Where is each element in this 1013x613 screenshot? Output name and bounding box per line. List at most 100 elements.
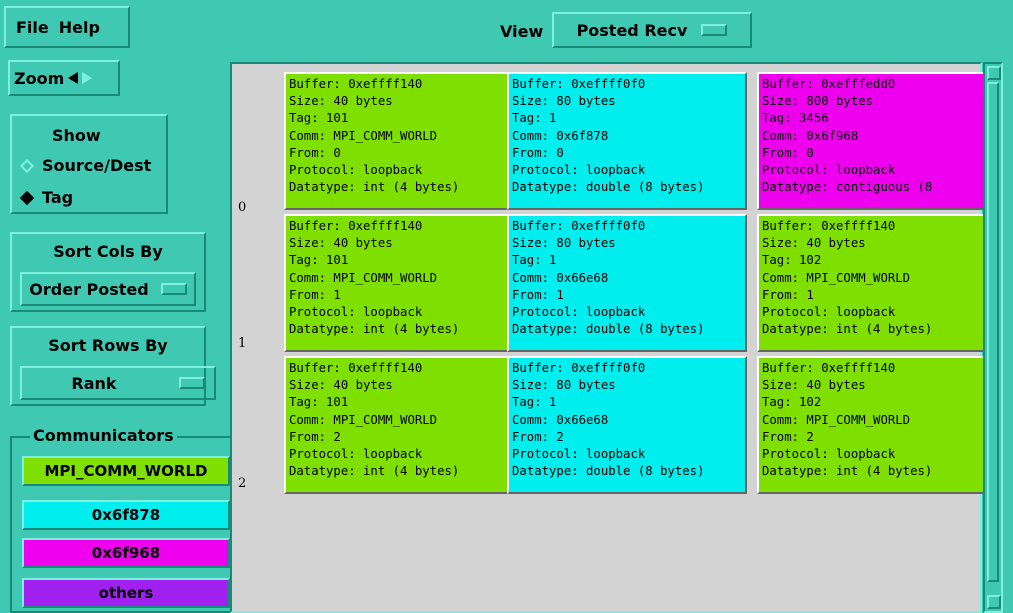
message-cell-line: Comm: MPI_COMM_WORLD <box>762 412 911 427</box>
message-cell-line: From: 2 <box>762 429 814 444</box>
message-cell-line: Size: 80 bytes <box>512 236 616 251</box>
message-cell-line: Datatype: double (8 bytes) <box>512 322 705 337</box>
message-cell-line: Tag: 1 <box>512 111 557 126</box>
message-cell-line: Tag: 101 <box>289 253 349 268</box>
message-cell-line: Size: 80 bytes <box>512 378 616 393</box>
message-cell-line: Size: 40 bytes <box>762 378 866 393</box>
message-cell-line: Protocol: loopback <box>512 305 646 320</box>
message-cell-line: Tag: 1 <box>512 395 557 410</box>
message-cell-line: Buffer: 0xeffff140 <box>289 219 423 233</box>
message-cell-line: Comm: 0x6f878 <box>512 128 609 143</box>
sort-cols-title: Sort Cols By <box>53 242 163 261</box>
message-cell[interactable]: Buffer: 0xeffff140 Size: 40 bytes Tag: 101… <box>284 356 524 494</box>
message-cell-line: Buffer: 0xeffff140 <box>762 361 896 375</box>
message-cell[interactable]: Buffer: 0xeffff0f0 Size: 80 bytes Tag: 1 Co… <box>507 356 747 494</box>
sort-cols-panel: Sort Cols By Order Posted <box>10 232 206 312</box>
message-cell-line: Comm: 0x66e68 <box>512 270 609 285</box>
scroll-down-arrow-icon[interactable] <box>987 595 1001 609</box>
message-cell-line: From: 0 <box>512 145 564 160</box>
message-cell-line: Comm: MPI_COMM_WORLD <box>762 270 911 285</box>
radio-source-dest[interactable]: Source/Dest <box>19 156 151 175</box>
vertical-scrollbar[interactable] <box>983 62 1003 613</box>
message-cell-line: Protocol: loopback <box>512 447 646 462</box>
message-cell-line: Tag: 101 <box>289 111 349 126</box>
message-cell-line: Protocol: loopback <box>762 305 896 320</box>
message-cell-line: Tag: 1 <box>512 253 557 268</box>
message-cell-line: From: 1 <box>762 287 814 302</box>
option-menu-indicator-icon <box>160 283 187 295</box>
message-cell[interactable]: Buffer: 0xeffff140 Size: 40 bytes Tag: 101… <box>284 72 524 210</box>
message-cell-line: Tag: 3456 <box>762 111 829 126</box>
message-cell-line: From: 1 <box>512 287 564 302</box>
message-cell[interactable]: Buffer: 0xeffff0f0 Size: 80 bytes Tag: 1 Co… <box>507 72 747 210</box>
message-cell-line: Datatype: int (4 bytes) <box>762 322 933 337</box>
communicators-title: Communicators <box>30 426 177 445</box>
message-cell-line: Buffer: 0xeffff0f0 <box>512 77 646 91</box>
comm-0x6f968-button[interactable]: 0x6f968 <box>22 538 230 568</box>
view-select-value: Posted Recv <box>576 20 688 40</box>
file-menu[interactable]: File <box>16 18 49 37</box>
comm-label: 0x6f878 <box>91 506 161 524</box>
comm-others-button[interactable]: others <box>22 578 230 608</box>
row-label: 2 <box>238 476 247 491</box>
message-cell-line: Size: 40 bytes <box>289 378 393 393</box>
message-cell-line: Protocol: loopback <box>512 163 646 178</box>
message-cell-line: Tag: 101 <box>289 395 349 410</box>
message-cell-line: Protocol: loopback <box>289 305 423 320</box>
message-cell-line: Size: 40 bytes <box>762 236 866 251</box>
row-label: 0 <box>238 200 247 215</box>
message-cell-line: Datatype: int (4 bytes) <box>762 464 933 479</box>
message-cell-line: Buffer: 0xeffff140 <box>762 219 896 233</box>
message-cell-line: Tag: 102 <box>762 253 822 268</box>
message-cell-line: Comm: MPI_COMM_WORLD <box>289 412 438 427</box>
radio-tag[interactable]: Tag <box>19 188 74 207</box>
message-cell-line: Datatype: int (4 bytes) <box>289 322 460 337</box>
help-menu[interactable]: Help <box>59 18 100 37</box>
zoom-in-arrow-icon[interactable] <box>82 72 93 84</box>
comm-label: others <box>98 584 154 602</box>
message-cell-line: Size: 800 bytes <box>762 94 874 109</box>
message-cell-line: From: 0 <box>289 145 341 160</box>
message-cell[interactable]: Buffer: 0xefffedd0 Size: 800 bytes Tag: 34… <box>757 72 997 210</box>
comm-0x6f878-button[interactable]: 0x6f878 <box>22 500 230 530</box>
radio-tag-label: Tag <box>42 188 74 207</box>
communicators-panel: MPI_COMM_WORLD 0x6f878 0x6f968 others <box>10 436 232 613</box>
message-cell-line: From: 0 <box>762 145 814 160</box>
message-cell-line: From: 2 <box>512 429 564 444</box>
message-cell-line: Comm: 0x6f968 <box>762 128 859 143</box>
row-label: 1 <box>238 336 247 351</box>
comm-mpi-comm-world-button[interactable]: MPI_COMM_WORLD <box>22 456 230 486</box>
scroll-thumb[interactable] <box>987 82 999 582</box>
message-cell-line: Buffer: 0xefffedd0 <box>762 77 896 91</box>
message-cell[interactable]: Buffer: 0xeffff140 Size: 40 bytes Tag: 101… <box>284 214 524 352</box>
comm-label: MPI_COMM_WORLD <box>44 462 208 480</box>
message-cell-line: Protocol: loopback <box>762 163 896 178</box>
view-select[interactable]: Posted Recv <box>552 12 752 48</box>
message-cell[interactable]: Buffer: 0xeffff0f0 Size: 80 bytes Tag: 1 Co… <box>507 214 747 352</box>
zoom-label: Zoom <box>14 68 65 88</box>
scroll-up-arrow-icon[interactable] <box>987 66 1001 80</box>
message-cell-line: Datatype: int (4 bytes) <box>289 180 460 195</box>
message-cell-line: Buffer: 0xeffff140 <box>289 77 423 91</box>
message-cell-line: Comm: 0x66e68 <box>512 412 609 427</box>
option-menu-indicator-icon <box>701 24 728 36</box>
radio-on-icon <box>19 190 35 205</box>
message-cell-line: Datatype: int (4 bytes) <box>289 464 460 479</box>
zoom-out-arrow-icon[interactable] <box>68 72 79 84</box>
message-cell-line: Size: 40 bytes <box>289 236 393 251</box>
sort-cols-value: Order Posted <box>29 279 149 299</box>
message-cell[interactable]: Buffer: 0xeffff140 Size: 40 bytes Tag: 102… <box>757 214 997 352</box>
message-cell-line: Size: 80 bytes <box>512 94 616 109</box>
message-cell-line: From: 1 <box>289 287 341 302</box>
sort-rows-value: Rank <box>71 373 117 393</box>
message-cell-line: Protocol: loopback <box>289 163 423 178</box>
option-menu-indicator-icon <box>178 377 205 389</box>
message-cell-line: Comm: MPI_COMM_WORLD <box>289 270 438 285</box>
message-cell-line: Protocol: loopback <box>762 447 896 462</box>
sort-cols-select[interactable]: Order Posted <box>20 272 196 306</box>
message-queue-grid: 0 1 2 Buffer: 0xeffff140 Size: 40 bytes Ta… <box>230 62 997 613</box>
sort-rows-select[interactable]: Rank <box>20 366 216 400</box>
show-panel: Show Source/Dest Tag <box>10 114 168 214</box>
message-cell[interactable]: Buffer: 0xeffff140 Size: 40 bytes Tag: 102… <box>757 356 997 494</box>
view-label: View <box>500 22 544 41</box>
